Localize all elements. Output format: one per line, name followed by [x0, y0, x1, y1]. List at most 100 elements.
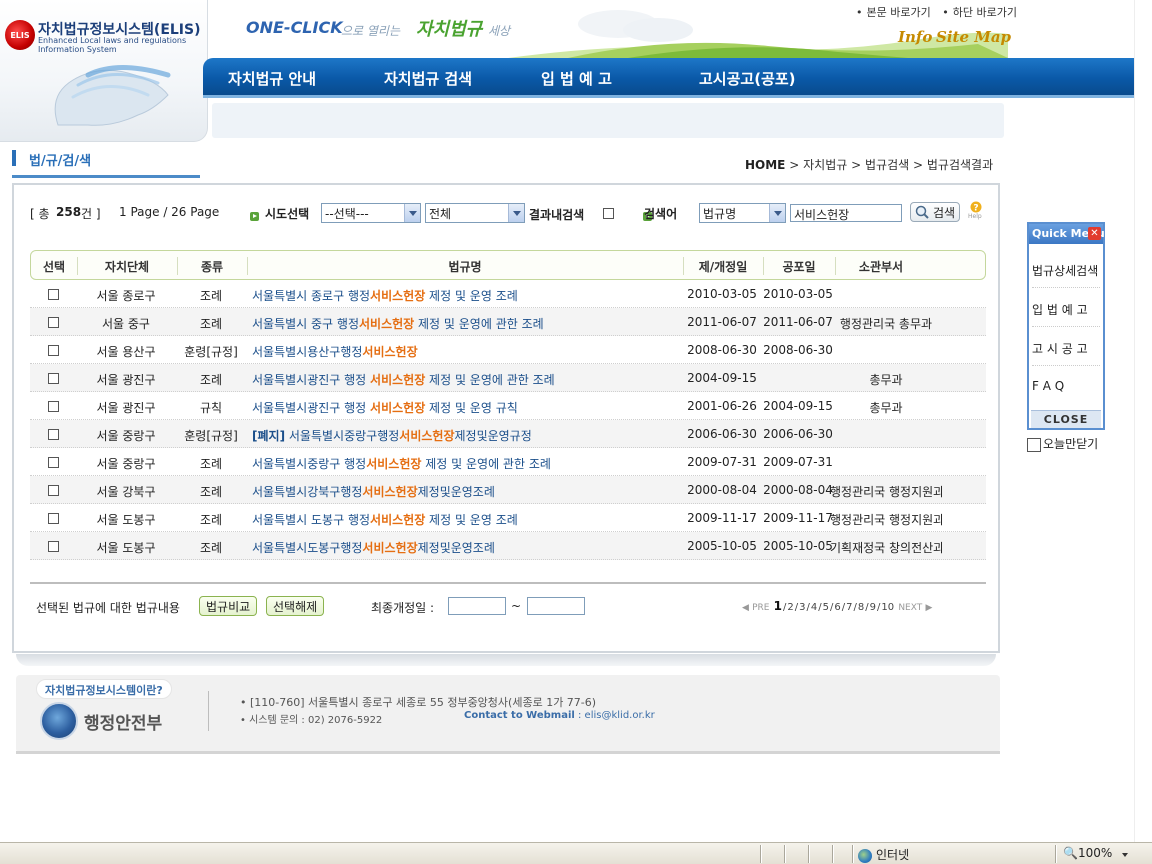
row-select-checkbox[interactable] [48, 429, 59, 440]
cell-regulation-name-link[interactable]: [폐지] 서울특별시중랑구행정서비스헌장제정및운영규정 [252, 427, 677, 444]
page-link[interactable]: 5 [823, 602, 829, 613]
close-icon[interactable]: ✕ [1088, 227, 1101, 240]
column-header-select: 선택 [42, 260, 66, 274]
nav-item-guide[interactable]: 자치법규 안내 [228, 68, 316, 89]
logo-area[interactable]: ELIS 자치법규정보시스템(ELIS) Enhanced Local laws… [0, 0, 208, 142]
next-page-link[interactable]: NEXT [898, 603, 922, 613]
breadcrumb-home[interactable]: HOME [745, 158, 785, 172]
scope-select[interactable]: 전체 [425, 203, 525, 223]
search-input[interactable]: 서비스헌장 [790, 204, 902, 222]
breadcrumb: HOME > 자치법규 > 법규검색 > 법규검색결과 [745, 156, 993, 173]
row-select-checkbox[interactable] [48, 401, 59, 412]
breadcrumb-item: 법규검색결과 [926, 158, 994, 172]
quick-menu-legislative-notice[interactable]: 입 법 예 고 [1032, 289, 1100, 327]
column-header-organization: 자치단체 [104, 260, 150, 274]
help-button[interactable]: ? Help [968, 201, 983, 221]
page-link[interactable]: 8 [858, 602, 864, 613]
quick-menu-public-notice[interactable]: 고 시 공 고 [1032, 328, 1100, 366]
cell-regulation-name-link[interactable]: 서울특별시용산구행정서비스헌장 [252, 343, 677, 360]
globe-icon [858, 848, 872, 863]
nav-item-public-notice[interactable]: 고시공고(공포) [699, 68, 796, 89]
sub-navigation-strip [212, 103, 1004, 138]
cell-enacted-date: 2001-06-26 [687, 399, 757, 413]
chevron-down-icon [404, 204, 420, 222]
cell-regulation-name-link[interactable]: 서울특별시광진구 행정 서비스헌장 제정 및 운영에 관한 조례 [252, 371, 677, 388]
regulation-name-text: 서울특별시강북구행정 [252, 485, 363, 499]
row-select-checkbox[interactable] [48, 373, 59, 384]
region-select[interactable]: --선택--- [321, 203, 421, 223]
breadcrumb-separator: > [913, 158, 924, 172]
page-link[interactable]: 10 [881, 602, 894, 613]
cell-department: 행정관리국 행정지원과 [830, 485, 942, 499]
cell-regulation-name-link[interactable]: 서울특별시강북구행정서비스헌장제정및운영조례 [252, 483, 677, 500]
close-for-today-checkbox[interactable] [1027, 437, 1041, 452]
ministry-emblem-icon [40, 702, 78, 740]
breadcrumb-item[interactable]: 자치법규 [803, 158, 847, 172]
revision-date-from-input[interactable] [448, 597, 506, 615]
security-zone: 인터넷 [858, 846, 909, 863]
status-divider [1055, 845, 1057, 863]
row-select-checkbox[interactable] [48, 457, 59, 468]
prev-page-link[interactable]: PRE [752, 603, 769, 613]
page-link[interactable]: 7 [846, 602, 852, 613]
site-footer: 자치법규정보시스템이란? 행정안전부 • [110-760] 서울특별시 종로구… [16, 675, 1000, 753]
cell-enacted-date: 2008-06-30 [687, 343, 757, 357]
cell-organization: 서울 용산구 [96, 345, 156, 359]
page-info: 1 Page / 26 Page [119, 205, 220, 219]
page-link[interactable]: 6 [834, 602, 840, 613]
compare-button[interactable]: 법규비교 [199, 596, 258, 616]
regulation-name-text: 제정 및 운영 조례 [425, 513, 518, 527]
revision-date-to-input[interactable] [527, 597, 585, 615]
cell-type: 조례 [199, 485, 223, 499]
zoom-control[interactable]: 🔍100% [1063, 846, 1112, 860]
cell-regulation-name-link[interactable]: 서울특별시도봉구행정서비스헌장제정및운영조례 [252, 539, 677, 556]
quick-menu-detailed-search[interactable]: 법규상세검색 [1032, 250, 1100, 288]
nav-item-legislative-notice[interactable]: 입 법 예 고 [541, 68, 612, 89]
search-button-label: 검색 [933, 206, 956, 220]
cell-regulation-name-link[interactable]: 서울특별시 도봉구 행정서비스헌장 제정 및 운영 조례 [252, 511, 677, 528]
cell-regulation-name-link[interactable]: 서울특별시 종로구 행정서비스헌장 제정 및 운영 조례 [252, 287, 677, 304]
webmail-link[interactable]: Contact to Webmail [464, 710, 575, 721]
quick-menu-close-button[interactable]: CLOSE [1031, 410, 1101, 428]
page-link[interactable]: 1 [774, 599, 782, 613]
chevron-down-icon[interactable] [1122, 853, 1128, 857]
cell-regulation-name-link[interactable]: 서울특별시광진구 행정 서비스헌장 제정 및 운영 규칙 [252, 399, 677, 416]
page-separator: / [818, 602, 822, 613]
breadcrumb-item[interactable]: 법규검색 [865, 158, 909, 172]
skip-to-body-link[interactable]: 본문 바로가기 [867, 6, 931, 19]
row-select-checkbox[interactable] [48, 345, 59, 356]
regulation-name-text: 서울특별시용산구행정 [252, 345, 363, 359]
about-system-link[interactable]: 자치법규정보시스템이란? [36, 679, 172, 699]
row-select-checkbox[interactable] [48, 485, 59, 496]
cell-enacted-date: 2006-06-30 [687, 427, 757, 441]
deselect-button[interactable]: 선택해제 [266, 596, 325, 616]
row-select-checkbox[interactable] [48, 513, 59, 524]
table-row: 서울 용산구 훈령[규정] 서울특별시용산구행정서비스헌장 2008-06-30 200… [30, 336, 986, 364]
search-field-select[interactable]: 법규명 [699, 203, 786, 223]
row-select-checkbox[interactable] [48, 317, 59, 328]
regulation-name-text: 서울특별시중랑구 행정 [252, 457, 367, 471]
page-link[interactable]: 9 [870, 602, 876, 613]
skip-to-bottom-link[interactable]: 하단 바로가기 [953, 6, 1017, 19]
within-results-label: 결과내검색 [529, 208, 585, 222]
cell-regulation-name-link[interactable]: 서울특별시중랑구 행정서비스헌장 제정 및 운영에 관한 조례 [252, 455, 677, 472]
info-link[interactable]: Info [898, 28, 932, 46]
cell-promulgation-date: 2008-06-30 [763, 343, 833, 357]
slogan-highlight: 자치법규 [416, 19, 483, 40]
cell-organization: 서울 도봉구 [96, 513, 156, 527]
magnifier-icon [915, 205, 929, 219]
title-marker [12, 150, 16, 166]
cell-regulation-name-link[interactable]: 서울특별시 중구 행정서비스헌장 제정 및 운영에 관한 조례 [252, 315, 677, 332]
page-right-margin [1134, 0, 1152, 842]
row-select-checkbox[interactable] [48, 541, 59, 552]
row-select-checkbox[interactable] [48, 289, 59, 300]
region-select-value: --선택--- [325, 207, 369, 221]
sitemap-link[interactable]: Site Map [936, 28, 1011, 46]
within-results-checkbox[interactable] [603, 208, 614, 219]
quick-menu-faq[interactable]: F A Q [1032, 367, 1100, 405]
page-link[interactable]: 4 [811, 602, 817, 613]
search-button[interactable]: 검색 [910, 202, 961, 222]
page-link[interactable]: 3 [799, 602, 805, 613]
page-link[interactable]: 2 [787, 602, 793, 613]
nav-item-search[interactable]: 자치법규 검색 [384, 68, 472, 89]
